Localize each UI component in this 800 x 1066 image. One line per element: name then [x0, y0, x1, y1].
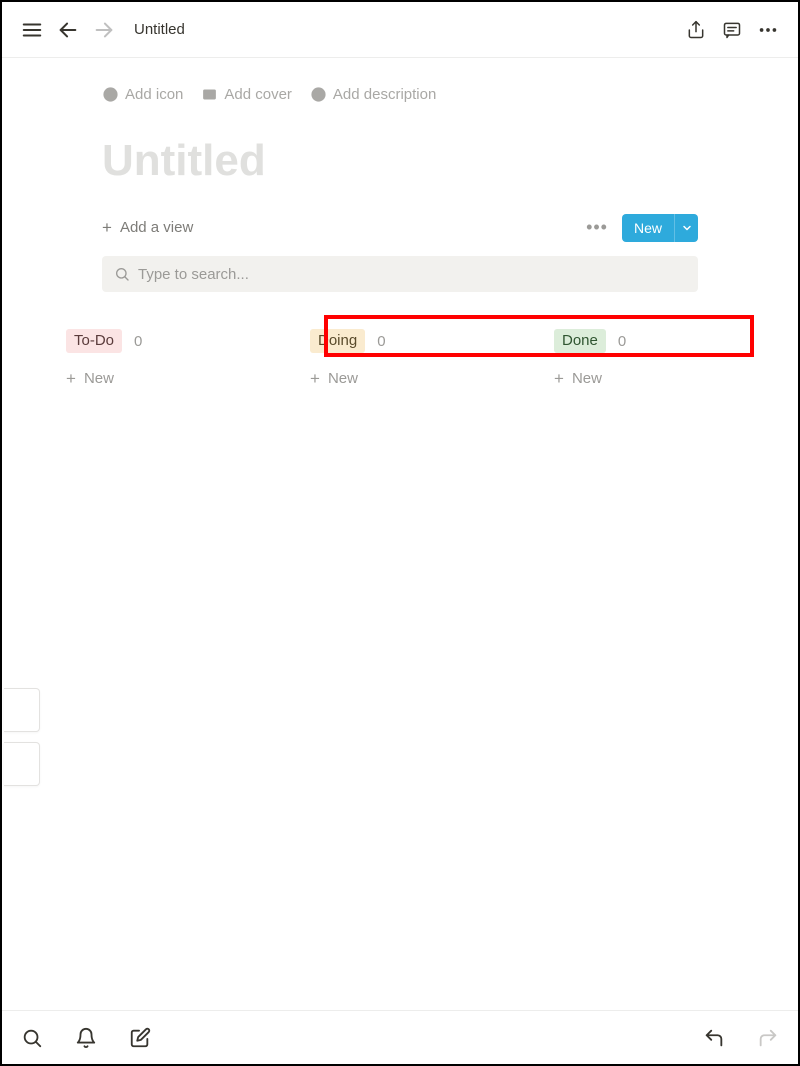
board: To-Do 0 + New Doing 0 + New Done 0: [2, 326, 798, 391]
add-view-label: Add a view: [120, 219, 193, 236]
add-card-button[interactable]: + New: [554, 366, 602, 391]
emoji-icon: [102, 86, 119, 103]
column-header[interactable]: Doing 0: [310, 326, 534, 356]
search-bar[interactable]: [102, 256, 698, 292]
notifications-icon[interactable]: [72, 1024, 100, 1052]
redo-icon: [754, 1024, 782, 1052]
add-card-label: New: [572, 370, 602, 387]
bottom-bar: [2, 1010, 798, 1064]
plus-icon: +: [102, 219, 112, 236]
page-stub[interactable]: [4, 742, 40, 786]
comments-icon[interactable]: [716, 14, 748, 46]
top-bar: Untitled: [2, 2, 798, 58]
page-stub[interactable]: [4, 688, 40, 732]
page-header: Add icon Add cover Add description Untit…: [2, 58, 798, 302]
undo-icon[interactable]: [700, 1024, 728, 1052]
new-button-dropdown[interactable]: [674, 214, 698, 242]
page-options-row: Add icon Add cover Add description: [102, 86, 698, 103]
column-done: Done 0 + New: [554, 326, 798, 391]
image-icon: [201, 86, 218, 103]
plus-icon: +: [310, 370, 320, 387]
page-stubs: [4, 688, 40, 786]
plus-icon: +: [66, 370, 76, 387]
view-row: + Add a view ••• New: [102, 213, 698, 242]
plus-icon: +: [554, 370, 564, 387]
share-icon[interactable]: [680, 14, 712, 46]
status-tag-todo: To-Do: [66, 329, 122, 353]
add-card-label: New: [84, 370, 114, 387]
add-icon-label: Add icon: [125, 86, 183, 103]
chevron-down-icon: [681, 222, 693, 234]
add-description-button[interactable]: Add description: [310, 86, 436, 103]
info-icon: [310, 86, 327, 103]
add-description-label: Add description: [333, 86, 436, 103]
back-icon[interactable]: [52, 14, 84, 46]
page-title[interactable]: Untitled: [102, 137, 698, 185]
add-card-button[interactable]: + New: [310, 366, 358, 391]
add-cover-label: Add cover: [224, 86, 292, 103]
more-icon[interactable]: [752, 14, 784, 46]
new-button: New: [622, 214, 698, 242]
add-card-button[interactable]: + New: [66, 366, 114, 391]
search-input[interactable]: [138, 266, 686, 283]
hamburger-menu-icon[interactable]: [16, 14, 48, 46]
view-more-icon[interactable]: •••: [580, 213, 614, 242]
add-card-label: New: [328, 370, 358, 387]
column-header[interactable]: To-Do 0: [66, 326, 290, 356]
add-view-button[interactable]: + Add a view: [102, 219, 193, 236]
new-button-label[interactable]: New: [622, 214, 674, 242]
add-icon-button[interactable]: Add icon: [102, 86, 183, 103]
column-count: 0: [134, 333, 142, 350]
column-header[interactable]: Done 0: [554, 326, 778, 356]
column-count: 0: [377, 333, 385, 350]
board-area: To-Do 0 + New Doing 0 + New Done 0: [2, 302, 798, 1064]
search-icon: [114, 266, 130, 282]
status-tag-doing: Doing: [310, 329, 365, 353]
compose-icon[interactable]: [126, 1024, 154, 1052]
column-doing: Doing 0 + New: [310, 326, 554, 391]
search-icon[interactable]: [18, 1024, 46, 1052]
add-cover-button[interactable]: Add cover: [201, 86, 292, 103]
column-count: 0: [618, 333, 626, 350]
forward-icon: [88, 14, 120, 46]
breadcrumb[interactable]: Untitled: [134, 21, 185, 38]
status-tag-done: Done: [554, 329, 606, 353]
column-todo: To-Do 0 + New: [66, 326, 310, 391]
